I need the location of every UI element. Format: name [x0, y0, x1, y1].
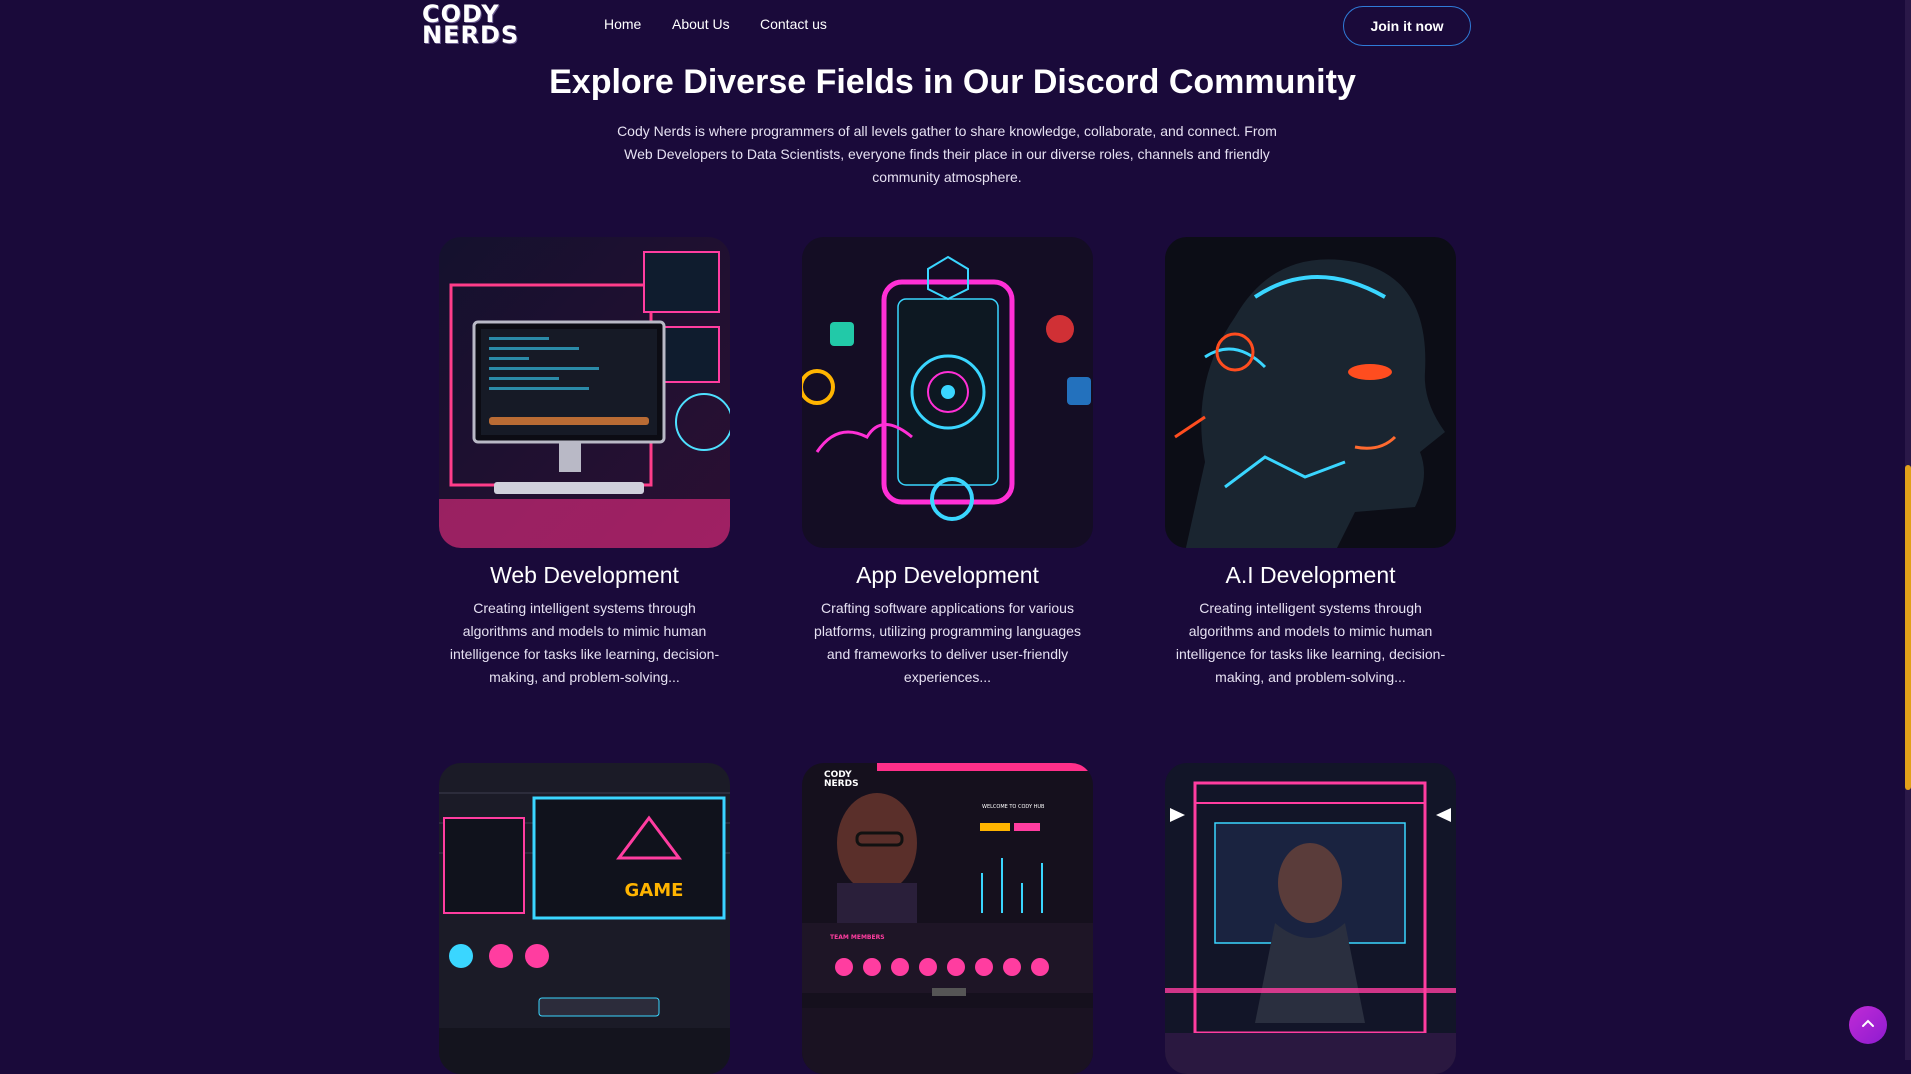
card-description: Creating intelligent systems through alg…	[1175, 600, 1446, 685]
svg-text:WELCOME TO CODY HUB: WELCOME TO CODY HUB	[982, 804, 1045, 810]
game-development-image: GAME	[439, 763, 730, 1074]
hero-description: Cody Nerds is where programmers of all l…	[617, 123, 1277, 185]
field-card-game-development[interactable]: GAME	[439, 763, 730, 1074]
join-now-button[interactable]: Join it now	[1343, 6, 1471, 46]
app-development-image	[802, 237, 1093, 548]
field-card-app-development[interactable]: App Development Crafting software applic…	[802, 237, 1093, 689]
game-text: GAME	[625, 880, 684, 901]
field-card-web-design[interactable]: CODY NERDS WELCOME TO CODY HUB TEAM MEMB…	[802, 763, 1093, 1074]
ai-development-image	[1165, 237, 1456, 548]
card-title: App Development	[856, 562, 1039, 588]
cody-nerds-logo[interactable]: CODY NERDS	[422, 2, 538, 49]
card-description: Creating intelligent systems through alg…	[449, 600, 720, 685]
nav-about-link[interactable]: About Us	[672, 16, 730, 32]
svg-text:TEAM MEMBERS: TEAM MEMBERS	[830, 934, 885, 941]
web-design-image: CODY NERDS WELCOME TO CODY HUB TEAM MEMB…	[802, 763, 1093, 1074]
page-scrollbar[interactable]	[1905, 0, 1911, 1060]
svg-text:NERDS: NERDS	[824, 779, 859, 789]
top-navbar: CODY NERDS Home About Us Contact us Join…	[0, 0, 1905, 54]
chevron-up-icon	[1860, 1016, 1876, 1035]
logo-line-2: NERDS	[422, 21, 520, 49]
nav-contact-link[interactable]: Contact us	[760, 16, 827, 32]
page-title: Explore Diverse Fields in Our Discord Co…	[549, 63, 1356, 101]
field-card-web-development[interactable]: Web Development Creating intelligent sys…	[439, 237, 730, 689]
card-title: Web Development	[490, 562, 679, 588]
cyber-security-image	[1165, 763, 1456, 1074]
web-development-image	[439, 237, 730, 548]
field-card-cyber-security[interactable]	[1165, 763, 1456, 1074]
back-to-top-button[interactable]	[1849, 1006, 1887, 1044]
card-title: A.I Development	[1225, 562, 1396, 588]
card-description: Crafting software applications for vario…	[814, 600, 1081, 685]
scrollbar-thumb[interactable]	[1905, 465, 1911, 790]
field-card-ai-development[interactable]: A.I Development Creating intelligent sys…	[1165, 237, 1456, 689]
nav-home-link[interactable]: Home	[604, 16, 641, 32]
